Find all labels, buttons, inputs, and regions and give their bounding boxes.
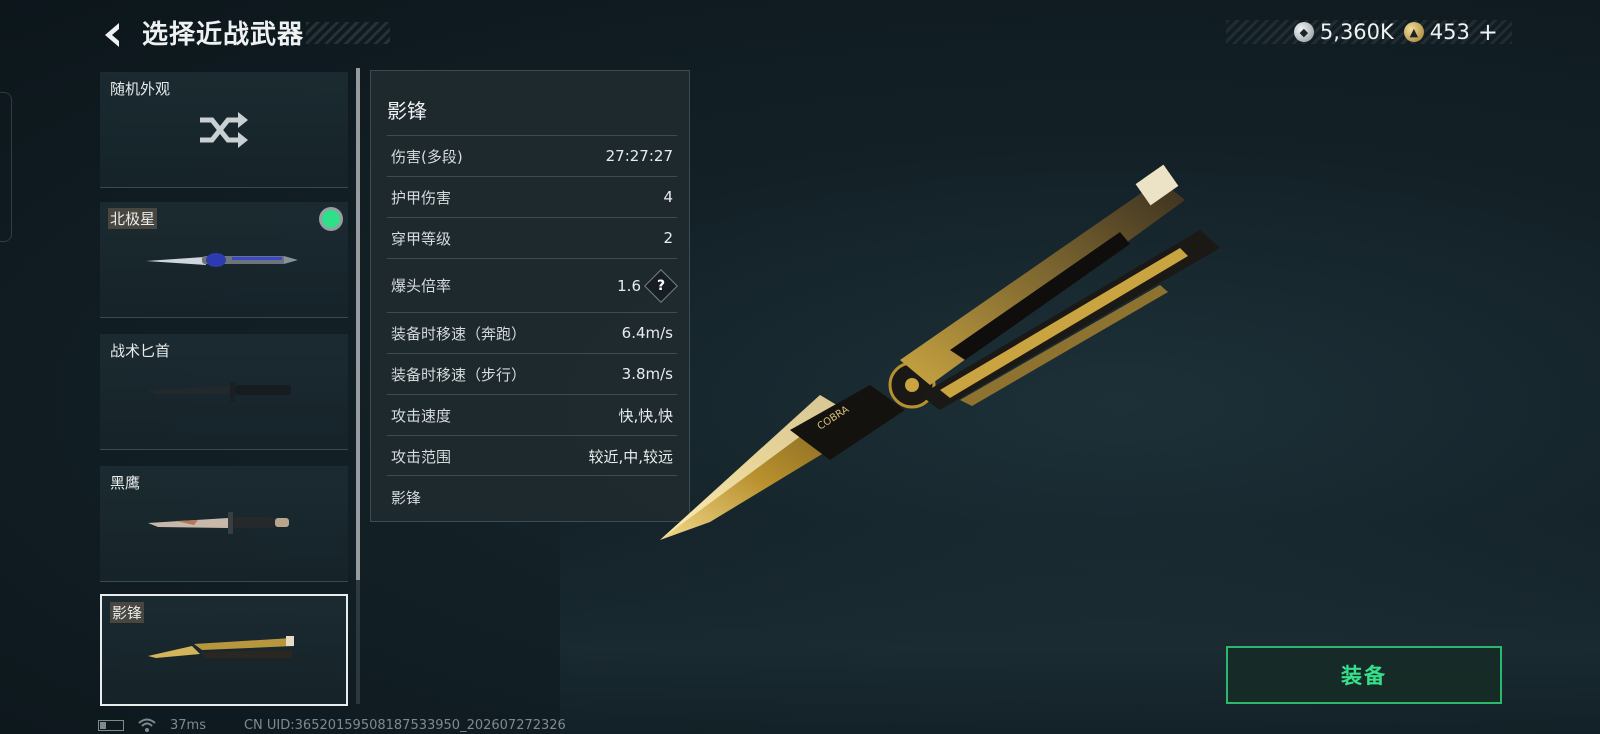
silver-value: 5,360K [1319,20,1394,44]
weapon-card-label: 随机外观 [110,80,171,98]
weapon-card-black-hawk[interactable]: 黑鹰 [100,466,348,582]
stat-row-attack-range: 攻击范围 较近,中,较远 [387,435,677,476]
stat-value: 1.6 [617,276,641,295]
scroll-thumb[interactable] [356,68,360,580]
list-scrollbar[interactable] [356,68,360,704]
knife-tactical-image [148,382,291,402]
knife-polaris-image [146,253,298,267]
knife-black-hawk-image [148,512,289,534]
stat-row-headshot: 爆头倍率 1.6 ? [387,258,678,312]
stat-label: 装备时移速（奔跑） [391,324,527,343]
silver-currency: ◆ 5,360K [1293,20,1394,44]
title-decoration [306,22,390,44]
weapon-card-shadow-blade[interactable]: 影锋 [100,594,348,706]
stat-label: 爆头倍率 [391,277,452,295]
status-bar: 37ms CN UID:3652015950818753395​0_202607… [98,716,798,734]
weapon-card-label: 影锋 [110,602,145,623]
equip-button[interactable]: 装备 [1226,646,1502,704]
wifi-icon [138,718,156,732]
side-drawer-handle[interactable] [0,92,12,242]
stat-label: 攻击速度 [391,406,452,425]
gold-currency: ▲ 453 + [1403,20,1498,44]
knife-shadow-blade-image [148,636,294,658]
currency-bar: ◆ 5,360K ▲ 453 + [1226,20,1512,44]
page-title: 选择近战武器 [142,20,305,50]
shuffle-icon [200,112,248,148]
stat-label: 攻击范围 [391,447,452,466]
silver-coin-icon: ◆ [1293,22,1314,42]
stat-row-walk-speed: 装备时移速（步行） 3.8m/s [387,353,677,394]
stat-label: 装备时移速（步行） [391,365,527,384]
stats-footer-name: 影锋 [387,475,677,519]
stat-row-attack-speed: 攻击速度 快,快,快 [387,394,677,435]
gold-coin-icon: ▲ [1403,22,1424,42]
stat-row-damage: 伤害(多段) 27:27:27 [387,135,677,176]
stats-rows: 伤害(多段) 27:27:27 护甲伤害 4 穿甲等级 2 爆头倍率 1.6 ?… [387,135,678,476]
pivot-screw [905,378,919,392]
battery-icon [98,719,124,731]
back-button[interactable] [98,18,126,52]
weapon-card-polaris[interactable]: 北极星 [100,202,348,318]
weapon-card-random[interactable]: 随机外观 [100,72,348,188]
weapon-card-label: 战术匕首 [110,342,171,360]
add-currency-button[interactable]: + [1478,20,1498,44]
blade-edge [660,395,840,540]
weapon-card-label: 北极星 [108,208,158,229]
weapon-preview-knife[interactable]: COBRA [640,160,1260,560]
weapon-list: 随机外观 北极星 战术匕首 黑鹰 影锋 [100,72,348,706]
stat-label: 护甲伤害 [391,188,452,207]
weapon-card-tactical-dagger[interactable]: 战术匕首 [100,334,348,450]
weapon-card-label: 黑鹰 [110,474,141,492]
stat-row-run-speed: 装备时移速（奔跑） 6.4m/s [387,312,677,353]
chevron-left-icon [105,23,119,47]
ping-value: 37ms [170,717,206,733]
stats-weapon-name: 影锋 [387,99,427,123]
equipped-indicator-icon [322,210,340,228]
stat-label: 穿甲等级 [391,229,452,248]
stat-label: 伤害(多段) [391,147,463,166]
stat-row-armor-damage: 护甲伤害 4 [387,176,677,217]
stat-row-penetration: 穿甲等级 2 [387,217,677,258]
user-uid: CN UID:3652015950818753395​0_20260727232… [243,717,566,733]
gold-value: 453 [1429,20,1470,44]
